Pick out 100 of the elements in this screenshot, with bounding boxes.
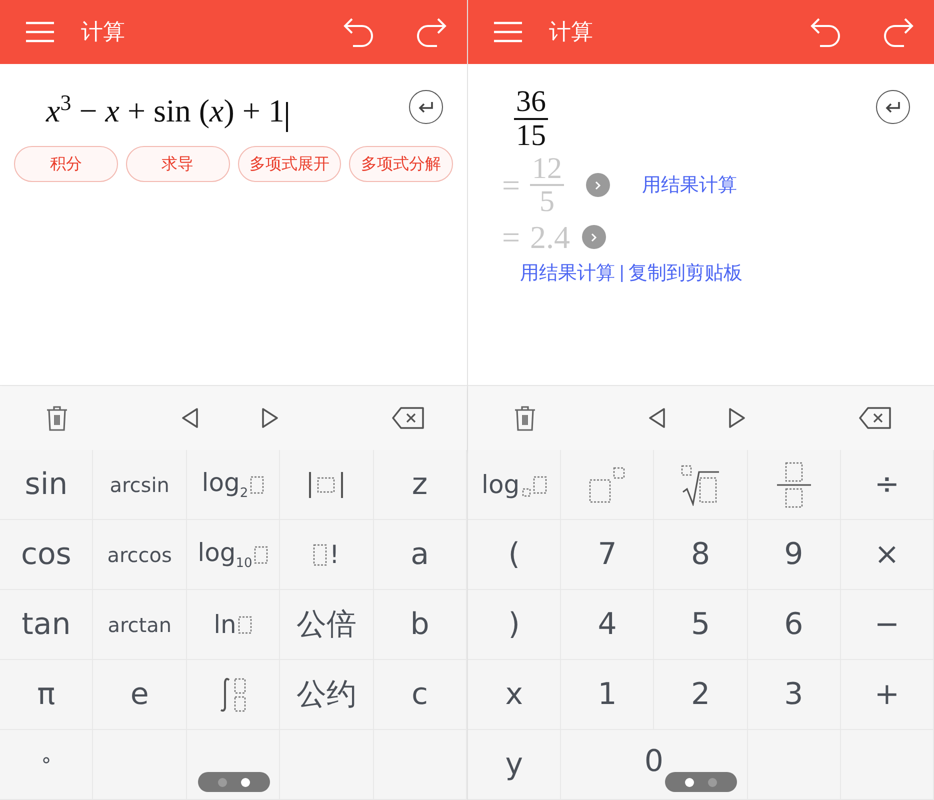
action-chip[interactable]: 求导 — [126, 146, 230, 182]
keypad-key[interactable] — [654, 450, 748, 520]
action-chip[interactable]: 多项式展开 — [238, 146, 342, 182]
placeholder-icon — [313, 544, 328, 566]
keypad-key[interactable]: 8 — [654, 520, 748, 590]
enter-button[interactable] — [876, 90, 910, 124]
keypad-key[interactable]: + — [840, 660, 934, 730]
keypad-key[interactable]: log — [468, 450, 562, 520]
keypad-key[interactable]: log$_{10}$ — [186, 520, 280, 590]
keypad-key[interactable]: ° — [0, 730, 94, 800]
keypad-key[interactable]: z — [374, 450, 467, 520]
page-dot[interactable] — [708, 778, 717, 786]
enter-button[interactable] — [409, 90, 443, 124]
action-chip[interactable]: 积分 — [14, 146, 118, 182]
placeholder-icon — [532, 476, 547, 494]
clear-button[interactable] — [514, 404, 536, 432]
keypad-key[interactable]: y — [468, 730, 562, 800]
step-details-button[interactable] — [586, 173, 610, 197]
root-icon — [680, 464, 720, 506]
keypad-key[interactable]: 7 — [561, 520, 654, 590]
trash-icon — [46, 404, 68, 432]
keypad-key[interactable]: − — [840, 590, 934, 660]
use-result-link[interactable]: 用结果计算 — [642, 172, 738, 198]
keypad-key[interactable]: arctan — [93, 590, 187, 660]
redo-button[interactable] — [415, 17, 447, 47]
placeholder-icon — [238, 616, 252, 634]
clear-button[interactable] — [46, 404, 68, 432]
keypad-key[interactable]: 0 — [561, 730, 748, 800]
keypad-key[interactable]: 9 — [748, 520, 841, 590]
page-dot[interactable] — [218, 778, 226, 786]
keypad-key[interactable]: 2 — [654, 660, 748, 730]
cursor-left-button[interactable] — [648, 407, 666, 429]
keypad-key[interactable]: 6 — [748, 590, 841, 660]
keypad-key[interactable]: 1 — [561, 660, 654, 730]
keypad-key[interactable] — [186, 660, 280, 730]
action-chip[interactable]: 多项式分解 — [349, 146, 453, 182]
keypad-key[interactable] — [748, 450, 841, 520]
keypad-key[interactable]: ! — [280, 520, 374, 590]
keypad-key[interactable]: e — [93, 660, 187, 730]
screen-title: 计算 — [81, 19, 125, 47]
menu-button[interactable] — [25, 21, 55, 43]
placeholder-icon — [254, 546, 268, 564]
page-dot[interactable] — [685, 778, 694, 786]
keypad-key[interactable]: tan — [0, 590, 94, 660]
cursor-right-button[interactable] — [260, 407, 278, 429]
screen-title: 计算 — [549, 19, 593, 47]
placeholder-icon — [522, 488, 531, 497]
undo-button[interactable] — [810, 17, 842, 47]
right-triangle-icon — [728, 407, 746, 429]
copy-link[interactable]: 复制到剪贴板 — [628, 260, 743, 286]
keypad-key[interactable]: ln — [186, 590, 280, 660]
undo-button[interactable] — [343, 17, 375, 47]
keypad-key[interactable]: ÷ — [840, 450, 934, 520]
page-dot[interactable] — [240, 778, 250, 786]
fraction-denominator: 15 — [516, 120, 546, 151]
backspace-icon — [391, 406, 425, 430]
keypad-key[interactable]: arccos — [93, 520, 187, 590]
keypad-key[interactable]: 3 — [748, 660, 841, 730]
keypad-key[interactable]: × — [840, 520, 934, 590]
keypad-key[interactable]: c — [374, 660, 467, 730]
menu-icon — [493, 21, 523, 43]
chevron-icon — [595, 180, 602, 190]
keypad-key[interactable]: 4 — [561, 590, 654, 660]
keypad-key[interactable]: ) — [468, 590, 562, 660]
undo-icon — [343, 17, 375, 47]
keypad-key[interactable]: 5 — [654, 590, 748, 660]
backspace-icon — [858, 406, 892, 430]
use-result-link[interactable]: 用结果计算 — [520, 260, 615, 286]
left-triangle-icon — [180, 407, 198, 429]
chevron-icon — [591, 232, 598, 242]
cursor-left-button[interactable] — [180, 407, 198, 429]
redo-button[interactable] — [882, 17, 914, 47]
keypad-key[interactable]: b — [374, 590, 467, 660]
keypad-key[interactable]: log$_{2}$ — [186, 450, 280, 520]
keypad-key[interactable]: 公倍 — [280, 590, 374, 660]
step-details-button[interactable] — [582, 225, 606, 249]
backspace-button[interactable] — [391, 406, 425, 430]
left-triangle-icon — [648, 407, 666, 429]
return-icon — [418, 101, 434, 113]
math-expression[interactable]: x$^{3}$ − x + sin (x) + 1 — [46, 90, 284, 130]
right-triangle-icon — [260, 407, 278, 429]
keypad-key[interactable]: 公约 — [280, 660, 374, 730]
keypad-key[interactable]: arcsin — [93, 450, 187, 520]
keypad-key[interactable]: π — [0, 660, 94, 730]
keypad-key[interactable]: x — [468, 660, 562, 730]
fraction-numerator: 36 — [514, 86, 548, 120]
cursor-right-button[interactable] — [728, 407, 746, 429]
menu-button[interactable] — [493, 21, 523, 43]
link-separator: | — [619, 263, 625, 283]
equals-sign: = — [502, 166, 520, 204]
keypad-key[interactable] — [280, 450, 374, 520]
equals-sign: = — [502, 218, 520, 256]
keypad-key[interactable]: a — [374, 520, 467, 590]
keypad-key[interactable]: sin — [0, 450, 94, 520]
redo-icon — [415, 17, 447, 47]
keypad-key[interactable]: ( — [468, 520, 562, 590]
backspace-button[interactable] — [858, 406, 892, 430]
undo-icon — [810, 17, 842, 47]
keypad-key[interactable]: cos — [0, 520, 94, 590]
fraction-icon — [776, 462, 812, 508]
